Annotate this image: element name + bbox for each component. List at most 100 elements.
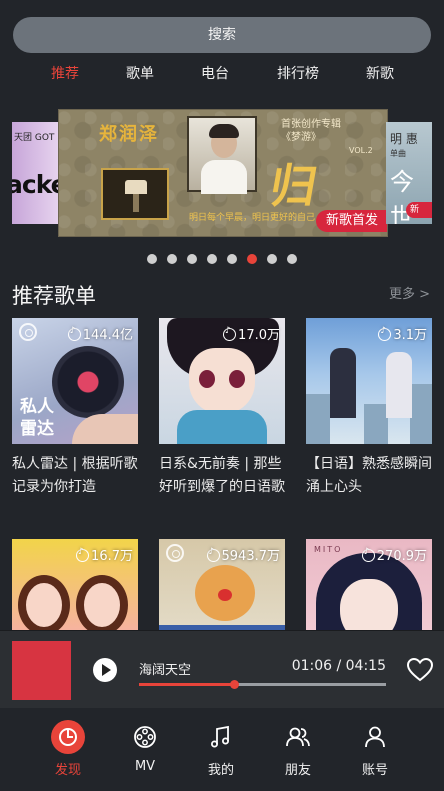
banner-album-line1: 首张创作专辑 (281, 119, 341, 130)
now-playing-art[interactable] (12, 641, 71, 700)
anime-eye (229, 370, 245, 388)
play-count-value: 17.0万 (238, 328, 280, 343)
anime-boy (330, 348, 356, 418)
playlist-cover[interactable]: 17.0万 (159, 318, 285, 444)
banner-dot[interactable] (147, 254, 157, 264)
tab-charts[interactable]: 排行榜 (277, 62, 319, 86)
banner-dot[interactable] (287, 254, 297, 264)
tab-recommend[interactable]: 推荐 (51, 62, 79, 86)
play-count-icon (206, 547, 220, 562)
category-tabs: 推荐 歌单 电台 排行榜 新歌 (0, 62, 444, 86)
vinyl-disc (52, 346, 124, 418)
playlist-card[interactable]: 私人雷达 144.4亿 私人雷达 | 根据听歌记录为你打造 (12, 318, 138, 499)
banner-next-slide[interactable]: 明 惠 单曲 今世 新 (386, 122, 432, 224)
playlist-name[interactable]: 【日语】熟悉感瞬间涌上心头 (306, 453, 432, 499)
play-button-icon[interactable] (93, 658, 117, 682)
banner-left-text: acker (12, 170, 58, 199)
play-count: 144.4亿 (67, 324, 133, 343)
anime-girl (386, 352, 412, 418)
play-count-icon (67, 326, 81, 341)
cover-text: MITO (314, 545, 343, 554)
anpanman-image (195, 565, 255, 621)
banner-dot[interactable] (167, 254, 177, 264)
nav-friends[interactable]: 朋友 (268, 720, 328, 778)
play-count-icon (378, 326, 392, 341)
anime-scarf (177, 410, 267, 444)
nav-account[interactable]: 账号 (345, 720, 405, 778)
playlist-cover[interactable]: 私人雷达 144.4亿 (12, 318, 138, 444)
netease-logo-icon (166, 544, 184, 562)
playlist-card[interactable]: 3.1万 【日语】熟悉感瞬间涌上心头 (306, 318, 432, 499)
play-count-value: 3.1万 (393, 328, 427, 343)
play-count-value: 270.9万 (376, 549, 427, 564)
banner-album: 首张创作专辑 《梦游》 (281, 118, 341, 144)
mv-icon (128, 720, 162, 754)
play-count: 5943.7万 (206, 545, 281, 564)
banner-artist: 郑润泽 (99, 124, 159, 145)
banner-dots (147, 254, 297, 264)
anime-eye (199, 370, 215, 388)
progress-bar[interactable] (139, 680, 386, 689)
banner-album-line2: 《梦游》 (281, 132, 321, 143)
play-count-icon (223, 326, 237, 341)
nav-discover[interactable]: 发现 (38, 720, 98, 778)
nav-mine[interactable]: 我的 (191, 720, 251, 778)
play-count-icon (76, 547, 90, 562)
progress-knob[interactable] (230, 680, 240, 689)
progress-fill (139, 683, 235, 686)
banner-dot[interactable] (187, 254, 197, 264)
banner-slogan: 明日每个早晨，明日更好的自己 (189, 213, 316, 223)
now-playing-title[interactable]: 海阔天空 (139, 659, 191, 678)
music-note-icon (204, 720, 238, 754)
tab-new-songs[interactable]: 新歌 (366, 62, 394, 86)
banner-dot[interactable] (227, 254, 237, 264)
play-count-value: 144.4亿 (82, 328, 133, 343)
banner-vol: VOL.2 (349, 146, 373, 155)
tab-playlists[interactable]: 歌单 (126, 62, 154, 86)
more-link[interactable]: 更多 > (389, 283, 430, 302)
nav-label: 发现 (54, 763, 81, 778)
nav-label: MV (134, 759, 156, 774)
play-count-value: 5943.7万 (221, 549, 281, 564)
play-count-icon (361, 547, 375, 562)
banner-right-sub: 单曲 (390, 149, 406, 158)
playlist-name[interactable]: 私人雷达 | 根据听歌记录为你打造 (12, 453, 138, 499)
building (364, 404, 388, 444)
doll-image (76, 575, 128, 635)
banner-photo-lamp (101, 168, 169, 220)
nav-label: 账号 (361, 763, 388, 778)
section-title: 推荐歌单 (12, 284, 96, 308)
play-count: 16.7万 (76, 545, 133, 564)
search-bar[interactable]: 搜索 (13, 17, 431, 53)
play-count: 270.9万 (361, 545, 427, 564)
playlist-card[interactable]: 17.0万 日系&无前奏 | 那些好听到爆了的日语歌 (159, 318, 285, 499)
play-count: 17.0万 (223, 324, 280, 343)
playlist-cover[interactable]: 3.1万 (306, 318, 432, 444)
mini-player: 海阔天空 01:06 / 04:15 (0, 630, 444, 708)
banner-main-slide[interactable]: 郑润泽 首张创作专辑 《梦游》 VOL.2 归 明日每个早晨，明日更好的自己 新… (58, 109, 388, 237)
banner-dot[interactable] (207, 254, 217, 264)
play-count: 3.1万 (378, 324, 427, 343)
banner-prev-slide[interactable]: 天团 GOT acker (12, 122, 58, 224)
banner-badge: 新歌首发 (316, 210, 387, 232)
discover-icon (51, 720, 85, 754)
playlist-name[interactable]: 日系&无前奏 | 那些好听到爆了的日语歌 (159, 453, 285, 499)
doll-image (18, 575, 70, 635)
heart-icon[interactable] (407, 658, 433, 682)
banner-right-top: 明 惠 (390, 132, 418, 146)
cover-label: 私人 雷达 (20, 397, 54, 439)
bottom-nav: 发现 MV 我的 朋友 账号 (0, 708, 444, 791)
tab-radio[interactable]: 电台 (201, 62, 229, 86)
nav-label: 朋友 (284, 763, 311, 778)
play-count-value: 16.7万 (91, 549, 133, 564)
banner-dot[interactable] (267, 254, 277, 264)
nav-label: 我的 (207, 763, 234, 778)
building (306, 394, 330, 444)
account-icon (358, 720, 392, 754)
netease-logo-icon (19, 323, 37, 341)
hand-image (72, 414, 138, 444)
nav-mv[interactable]: MV (115, 720, 175, 774)
building (410, 384, 432, 444)
banner-dot[interactable] (247, 254, 257, 264)
banner-right-badge: 新 (406, 202, 432, 218)
